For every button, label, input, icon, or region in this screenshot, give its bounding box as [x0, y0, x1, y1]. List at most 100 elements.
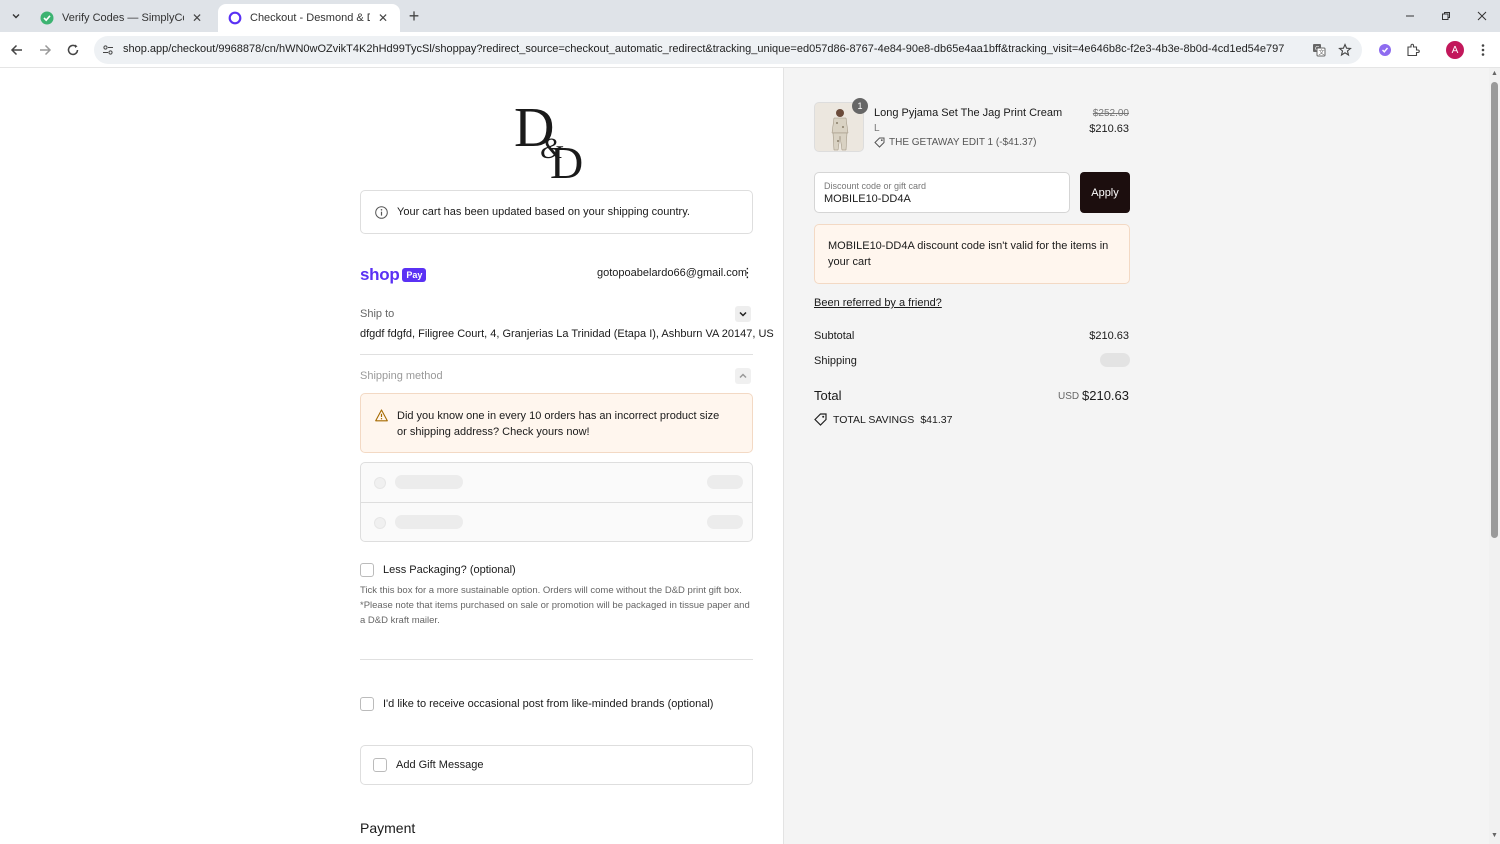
- less-packaging-note: Tick this box for a more sustainable opt…: [360, 585, 750, 626]
- bookmark-star-icon[interactable]: [1336, 41, 1354, 59]
- shipping-warning-banner: Did you know one in every 10 orders has …: [360, 393, 753, 453]
- site-info-icon[interactable]: [100, 42, 116, 58]
- cart-notice-text: Your cart has been updated based on your…: [397, 206, 690, 218]
- total-savings-value: $41.37: [920, 413, 953, 426]
- price-skeleton: [707, 515, 743, 529]
- tag-icon: [814, 413, 827, 426]
- browser-tab-strip: Verify Codes — SimplyCodes ✕ Checkout - …: [0, 0, 1500, 32]
- new-tab-button[interactable]: +: [404, 6, 424, 26]
- total-value: $210.63: [1082, 388, 1129, 403]
- order-summary-column: 1 Long Pyjama Set The Jag Print Cream L …: [783, 68, 1489, 844]
- product-final-price: $210.63: [1089, 123, 1129, 135]
- back-icon[interactable]: [7, 40, 27, 60]
- tag-icon: [874, 137, 885, 148]
- extension-icon[interactable]: [1375, 40, 1395, 60]
- tab-title: Checkout - Desmond & Demps: [250, 12, 370, 24]
- page-scrollbar[interactable]: ▲ ▼: [1489, 68, 1500, 844]
- radio-skeleton: [374, 477, 386, 489]
- shipping-option-skeleton: [361, 502, 752, 541]
- address-bar[interactable]: shop.app/checkout/9968878/cn/hWN0wOZvikT…: [94, 36, 1362, 64]
- total-currency: USD: [1058, 391, 1080, 402]
- cart-updated-notice: Your cart has been updated based on your…: [360, 190, 753, 234]
- scrollbar-thumb[interactable]: [1491, 82, 1498, 538]
- scroll-up-icon[interactable]: ▲: [1490, 70, 1499, 78]
- close-window-icon[interactable]: [1470, 6, 1494, 26]
- svg-text:文: 文: [1319, 49, 1325, 57]
- tab-close-icon[interactable]: ✕: [190, 11, 204, 25]
- ship-to-label: Ship to: [360, 308, 395, 320]
- account-menu-icon[interactable]: ⋮: [741, 266, 754, 282]
- tab-simplycodes[interactable]: Verify Codes — SimplyCodes ✕: [30, 4, 214, 32]
- price-skeleton: [707, 475, 743, 489]
- payment-heading: Payment: [360, 820, 416, 836]
- minimize-icon[interactable]: [1398, 6, 1422, 26]
- translate-icon[interactable]: G文: [1310, 41, 1328, 59]
- less-packaging-option[interactable]: Less Packaging? (optional): [360, 563, 516, 577]
- extensions-puzzle-icon[interactable]: [1403, 40, 1423, 60]
- subtotal-label: Subtotal: [814, 330, 855, 342]
- shipping-address: dfgdf fdgfd, Filigree Court, 4, Granjeri…: [360, 328, 774, 340]
- label-skeleton: [395, 515, 463, 529]
- scroll-down-icon[interactable]: ▼: [1490, 832, 1499, 840]
- discount-code-placeholder: Discount code or gift card: [824, 181, 927, 191]
- reload-icon[interactable]: [63, 40, 83, 60]
- discount-code-field[interactable]: Discount code or gift card: [814, 172, 1070, 213]
- forward-icon[interactable]: [35, 40, 55, 60]
- shop-pay-logo: shop Pay: [360, 265, 427, 285]
- desmond-dempsey-logo: D & D: [514, 97, 583, 180]
- discount-code-input[interactable]: [824, 193, 1054, 205]
- browser-menu-icon[interactable]: [1473, 40, 1493, 60]
- shipping-method-label: Shipping method: [360, 370, 443, 382]
- warning-icon: [375, 409, 388, 422]
- product-discount: THE GETAWAY EDIT 1 (-$41.37): [874, 137, 1036, 148]
- shipping-warning-text: Did you know one in every 10 orders has …: [397, 410, 720, 438]
- post-optin-option[interactable]: I'd like to receive occasional post from…: [360, 697, 713, 711]
- ship-to-toggle[interactable]: [735, 306, 751, 322]
- radio-skeleton: [374, 517, 386, 529]
- tab-search-button[interactable]: [6, 6, 26, 26]
- chevron-up-icon: [739, 373, 747, 379]
- tab-checkout[interactable]: Checkout - Desmond & Demps ✕: [218, 4, 400, 32]
- browser-toolbar: shop.app/checkout/9968878/cn/hWN0wOZvikT…: [0, 32, 1500, 68]
- simplycodes-favicon-icon: [40, 11, 54, 25]
- subtotal-value: $210.63: [1089, 330, 1129, 342]
- tab-title: Verify Codes — SimplyCodes: [62, 12, 184, 24]
- shipping-label: Shipping: [814, 355, 857, 367]
- label-skeleton: [395, 475, 463, 489]
- post-optin-label: I'd like to receive occasional post from…: [383, 698, 714, 710]
- shipping-options-loading: [360, 462, 753, 542]
- total-savings: TOTAL SAVINGS $41.37: [814, 413, 952, 426]
- post-optin-checkbox[interactable]: [360, 697, 374, 711]
- shop-pay-wordmark: shop: [360, 265, 400, 284]
- less-packaging-checkbox[interactable]: [360, 563, 374, 577]
- discount-error-banner: MOBILE10-DD4A discount code isn't valid …: [814, 224, 1130, 284]
- restore-icon[interactable]: [1434, 6, 1458, 26]
- checkout-form-column: D & D Your cart has been updated based o…: [0, 68, 783, 844]
- apply-discount-button[interactable]: Apply: [1080, 172, 1130, 213]
- svg-text:D: D: [550, 137, 583, 180]
- url-text[interactable]: shop.app/checkout/9968878/cn/hWN0wOZvikT…: [123, 43, 1303, 55]
- shop-favicon-icon: [228, 11, 242, 25]
- chevron-down-icon: [739, 311, 747, 317]
- account-email: gotopoabelardo66@gmail.com: [597, 267, 747, 279]
- info-icon: [375, 205, 388, 219]
- gift-message-checkbox[interactable]: [373, 758, 387, 772]
- quantity-badge: 1: [852, 98, 868, 114]
- chevron-down-icon: [12, 14, 20, 19]
- product-original-price: $252.00: [1092, 108, 1129, 119]
- product-variant: L: [874, 123, 880, 134]
- shipping-cost-skeleton: [1100, 353, 1130, 367]
- total-savings-label: TOTAL SAVINGS: [833, 413, 915, 426]
- gift-message-option[interactable]: Add Gift Message: [360, 745, 753, 785]
- less-packaging-label: Less Packaging? (optional): [383, 564, 516, 576]
- referral-link[interactable]: Been referred by a friend?: [814, 297, 942, 309]
- shipping-method-toggle[interactable]: [735, 368, 751, 384]
- product-discount-text: THE GETAWAY EDIT 1 (-$41.37): [889, 137, 1037, 148]
- shop-pay-badge: Pay: [402, 268, 427, 282]
- profile-avatar[interactable]: A: [1446, 41, 1464, 59]
- tab-close-icon[interactable]: ✕: [376, 11, 390, 25]
- divider: [360, 354, 753, 355]
- total-label: Total: [814, 388, 842, 403]
- divider: [360, 659, 753, 660]
- gift-message-label: Add Gift Message: [396, 759, 484, 771]
